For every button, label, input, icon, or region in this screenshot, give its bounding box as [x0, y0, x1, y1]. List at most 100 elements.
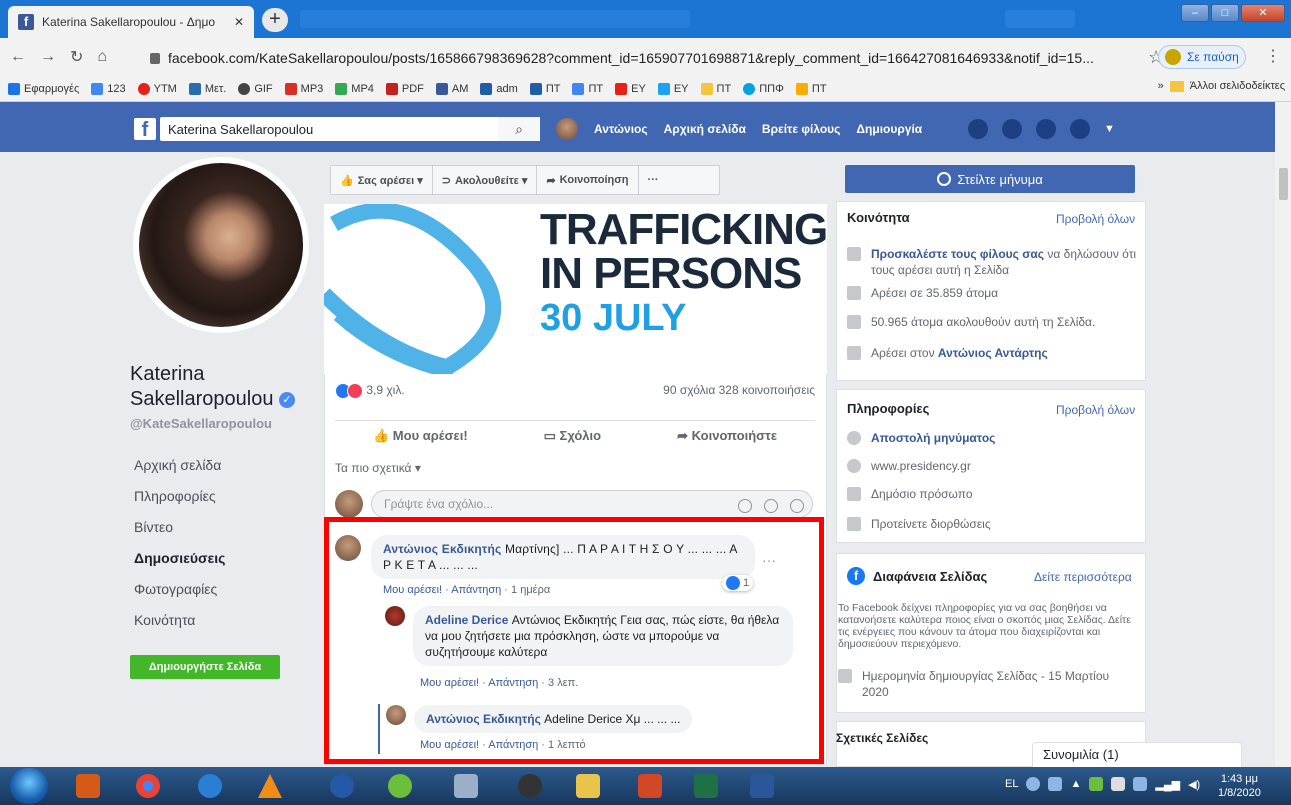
tray-icon[interactable] [1089, 777, 1104, 791]
comment-input[interactable]: Γράψτε ένα σχόλιο... [371, 490, 813, 518]
back-icon[interactable]: ← [10, 48, 26, 66]
bookmark-item[interactable]: ΠΤ [572, 82, 603, 95]
bookmark-item[interactable]: GIF [238, 82, 273, 95]
bookmark-item[interactable]: ΠΤ [529, 82, 560, 95]
emoji-icon[interactable] [738, 499, 752, 513]
bookmark-item[interactable]: ΠΠΦ [743, 82, 784, 95]
comment-button[interactable]: ▭ Σχόλιο [544, 428, 601, 444]
create-page-button[interactable]: Δημιουργήστε Σελίδα [130, 655, 280, 679]
liked-button[interactable]: 👍 Σας αρέσει ▾ [331, 166, 433, 194]
taskbar-app-hp[interactable] [510, 771, 550, 801]
comment-sort-dropdown[interactable]: Τα πιο σχετικά ▾ [335, 461, 421, 475]
tray-icon[interactable] [1133, 777, 1148, 791]
bookmark-item[interactable]: 123 [91, 82, 126, 95]
taskbar-app[interactable] [380, 771, 420, 801]
friend-link[interactable]: Αντώνιος Αντάρτης [938, 346, 1048, 360]
facebook-logo-icon[interactable]: f [134, 118, 156, 141]
taskbar-app-word[interactable] [742, 771, 782, 801]
taskbar-app[interactable] [322, 771, 362, 801]
nav-home[interactable]: Αρχική σελίδα [664, 122, 746, 136]
help-icon[interactable] [1070, 119, 1090, 139]
taskbar-app[interactable] [190, 771, 230, 801]
bookmark-item[interactable]: EY [657, 82, 689, 95]
notifications-icon[interactable] [1036, 119, 1056, 139]
minimize-button[interactable]: – [1181, 4, 1209, 22]
network-icon[interactable]: ▂▄▆ [1155, 778, 1180, 791]
account-menu-icon[interactable]: ▼ [1104, 123, 1115, 135]
transparency-see-more-link[interactable]: Δείτε περισσότερα [1034, 570, 1132, 584]
taskbar-app-explorer[interactable] [568, 771, 608, 801]
search-icon[interactable]: ⌕ [498, 117, 540, 141]
invite-friends-link[interactable]: Προσκαλέστε τους φίλους σας [871, 247, 1044, 261]
close-window-button[interactable]: ✕ [1241, 4, 1285, 22]
left-nav-about[interactable]: Πληροφορίες [134, 485, 309, 516]
bookmark-item[interactable]: ΠΤ [795, 82, 827, 95]
share-page-button[interactable]: ➦ Κοινοποίηση [537, 166, 639, 194]
following-button[interactable]: ⊃ Ακολουθείτε ▾ [433, 166, 538, 194]
info-send-message-row[interactable]: Αποστολή μηνύματος [847, 430, 995, 446]
bookmark-item[interactable]: EY [615, 82, 646, 95]
send-message-button[interactable]: Στείλτε μήνυμα [845, 165, 1135, 193]
forward-icon[interactable]: → [40, 48, 56, 66]
chat-tab[interactable]: Συνομιλία (1) [1032, 742, 1242, 770]
bookmark-item[interactable]: YTM [137, 82, 177, 95]
left-nav-community[interactable]: Κοινότητα [134, 609, 309, 640]
taskbar-app-excel[interactable] [686, 771, 726, 801]
taskbar-app-calculator[interactable] [446, 771, 486, 801]
messenger-icon[interactable] [1002, 119, 1022, 139]
gif-icon[interactable] [764, 499, 778, 513]
close-tab-icon[interactable]: ✕ [234, 15, 244, 29]
bookmark-item[interactable]: AM [435, 82, 468, 95]
new-tab-button[interactable]: + [262, 8, 288, 32]
language-indicator[interactable]: EL [1005, 778, 1018, 790]
url-field[interactable]: facebook.com/KateSakellaropoulou/posts/1… [150, 45, 1140, 71]
avatar[interactable] [556, 118, 578, 140]
bookmark-item[interactable]: ΠΤ [700, 82, 731, 95]
scrollbar-thumb[interactable] [1279, 168, 1288, 200]
share-button[interactable]: ➦ Κοινοποιήστε [677, 428, 777, 444]
browser-menu-icon[interactable]: ⋮ [1265, 46, 1281, 66]
like-button[interactable]: 👍 Μου αρέσει! [373, 428, 468, 444]
bookmark-item[interactable]: MP3 [284, 82, 323, 95]
info-suggest-row[interactable]: Προτείνετε διορθώσεις [847, 516, 991, 532]
profile-picture[interactable] [133, 157, 309, 333]
info-see-all-link[interactable]: Προβολή όλων [1056, 403, 1135, 417]
nav-find-friends[interactable]: Βρείτε φίλους [762, 122, 841, 136]
other-bookmarks[interactable]: » Άλλοι σελιδοδείκτες [1158, 80, 1285, 92]
volume-icon[interactable]: ◀) [1188, 778, 1200, 791]
taskbar-app-outlook[interactable] [68, 771, 108, 801]
comments-shares-count[interactable]: 90 σχόλια 328 κοινοποιήσεις [663, 383, 815, 399]
bookmark-item[interactable]: MP4 [335, 82, 374, 95]
taskbar-app-vlc[interactable] [250, 771, 290, 801]
left-nav-photos[interactable]: Φωτογραφίες [134, 578, 309, 609]
page-scrollbar[interactable] [1275, 102, 1291, 767]
tray-expand-icon[interactable]: ▲ [1070, 778, 1081, 790]
sticker-icon[interactable] [790, 499, 804, 513]
bookmark-item[interactable]: Μετ. [188, 82, 226, 95]
bookmarks-overflow[interactable]: » [1158, 80, 1164, 92]
help-icon[interactable] [1026, 777, 1041, 791]
info-website-row[interactable]: www.presidency.gr [847, 458, 971, 474]
nav-create[interactable]: Δημιουργία [856, 122, 922, 136]
facebook-search-input[interactable]: Katerina Sakellaropoulou ⌕ [160, 117, 540, 141]
system-clock[interactable]: 1:43 μμ 1/8/2020 [1218, 772, 1261, 800]
browser-tab[interactable]: f Katerina Sakellaropoulou - Δημο ✕ [8, 6, 254, 38]
left-nav-home[interactable]: Αρχική σελίδα [134, 454, 309, 485]
home-icon[interactable]: ⌂ [97, 48, 107, 66]
friend-requests-icon[interactable] [968, 119, 988, 139]
tray-icon[interactable] [1048, 777, 1063, 791]
flag-icon[interactable] [1111, 777, 1126, 791]
left-nav-videos[interactable]: Βίντεο [134, 516, 309, 547]
bookmark-apps[interactable]: Εφαρμογές [8, 82, 79, 95]
left-nav-posts[interactable]: Δημοσιεύσεις [134, 547, 309, 578]
taskbar-app-chrome[interactable] [128, 771, 168, 801]
reload-icon[interactable]: ↻ [70, 47, 83, 67]
nav-profile[interactable]: Αντώνιος [594, 122, 648, 136]
community-see-all-link[interactable]: Προβολή όλων [1056, 212, 1135, 226]
taskbar-app-powerpoint[interactable] [630, 771, 670, 801]
maximize-button[interactable]: □ [1211, 4, 1239, 22]
start-button[interactable] [10, 768, 48, 804]
more-button[interactable]: ··· [639, 166, 668, 194]
bookmark-item[interactable]: adm [480, 82, 518, 95]
reactions-count-link[interactable]: 3,9 χιλ. [335, 383, 405, 399]
